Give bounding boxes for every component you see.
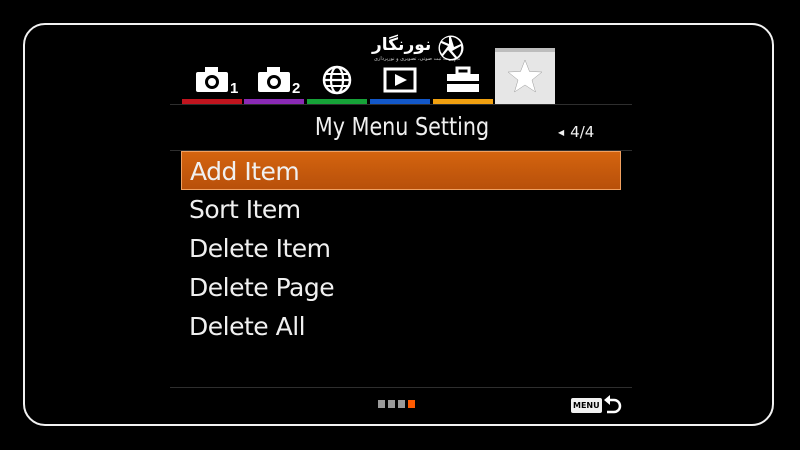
page-dots [378,400,415,408]
page-dot [398,400,405,408]
menu-tab-bar: 1 2 [182,48,562,104]
tab-my-menu[interactable] [495,48,555,104]
page-number: 4/4 [570,123,595,141]
camera-icon [258,67,290,92]
tab-number: 1 [230,80,239,97]
tab-number: 2 [292,80,301,97]
page-dot-current [408,400,415,408]
back-arrow-icon [603,395,621,414]
tab-playback[interactable] [370,56,430,104]
menu-item-add-item[interactable]: Add Item [181,151,621,190]
camera-icon [196,67,228,92]
tab-camera-1[interactable]: 1 [182,56,242,104]
tab-network[interactable] [307,56,367,104]
tab-highlight [495,48,555,52]
menu-back-button[interactable]: MENU [571,394,622,416]
header-divider [170,104,632,105]
page-title: My Menu Setting [314,112,490,141]
menu-key-icon: MENU [571,397,602,413]
menu-item-delete-page[interactable]: Delete Page [181,268,621,307]
toolbox-icon [447,66,479,92]
tab-setup[interactable] [433,56,493,104]
page-indicator[interactable]: ◀ 4/4 [558,123,594,141]
menu-list: Add Item Sort Item Delete Item Delete Pa… [181,151,621,346]
menu-item-delete-item[interactable]: Delete Item [181,229,621,268]
tab-camera-2[interactable]: 2 [244,56,304,104]
footer-divider [170,387,632,388]
star-icon [507,59,543,93]
menu-item-sort-item[interactable]: Sort Item [181,190,621,229]
playback-icon [383,67,417,93]
page-dot [388,400,395,408]
menu-item-delete-all[interactable]: Delete All [181,307,621,346]
globe-icon [322,65,352,95]
left-arrow-icon: ◀ [558,128,565,137]
page-dot [378,400,385,408]
